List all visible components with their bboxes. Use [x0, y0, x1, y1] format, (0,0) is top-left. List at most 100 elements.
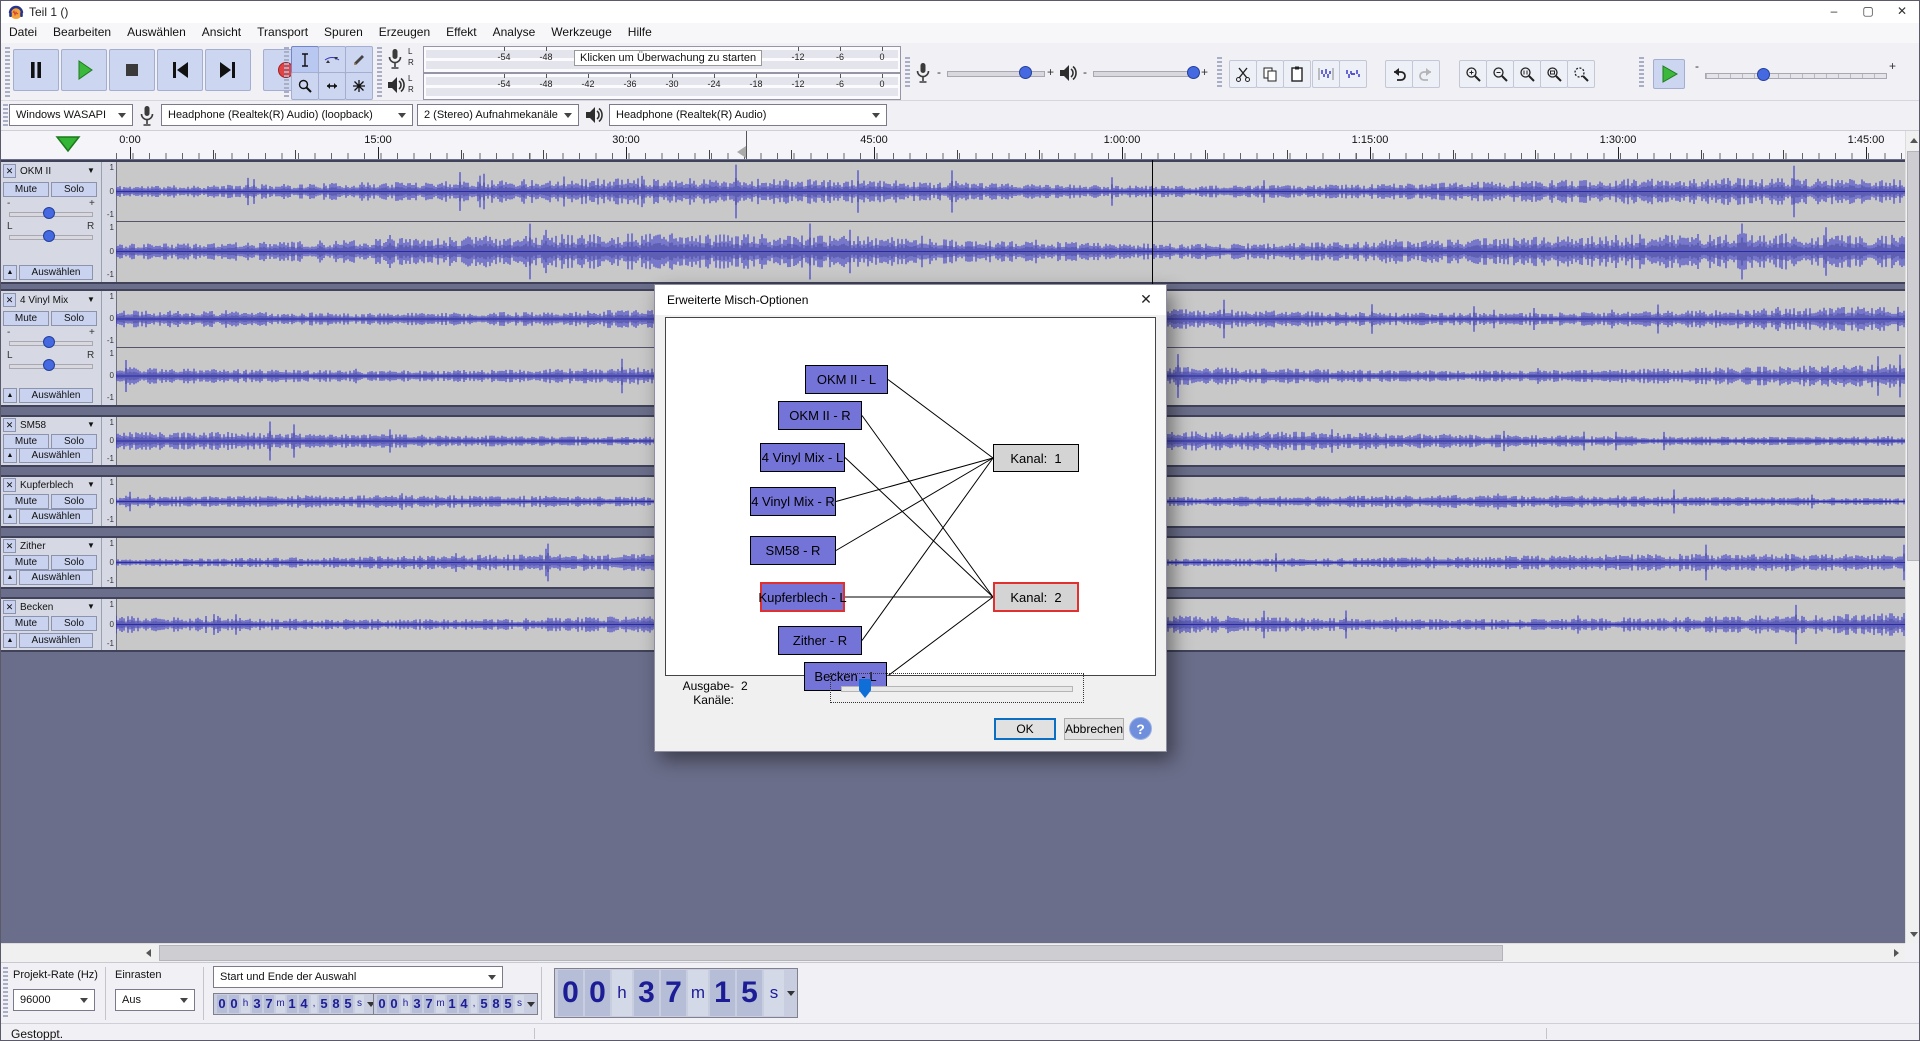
menu-werkzeuge[interactable]: Werkzeuge: [543, 23, 619, 41]
time-unit[interactable]: h: [241, 995, 250, 1013]
time-digit[interactable]: 7: [424, 995, 434, 1013]
toolbar-gripper[interactable]: [5, 47, 10, 97]
close-button[interactable]: ✕: [1885, 1, 1919, 23]
time-unit[interactable]: m: [276, 995, 285, 1013]
time-digit[interactable]: 4: [459, 995, 469, 1013]
multi-tool-button[interactable]: [345, 72, 373, 100]
track-name[interactable]: Becken: [20, 602, 82, 613]
collapse-button[interactable]: ▲: [3, 265, 17, 280]
gain-thumb[interactable]: [43, 207, 55, 219]
time-unit[interactable]: m: [436, 995, 445, 1013]
waveform[interactable]: [116, 162, 1905, 221]
collapse-button[interactable]: ▲: [3, 388, 17, 403]
time-digit[interactable]: 0: [585, 970, 610, 1016]
envelope-tool-button[interactable]: [318, 46, 346, 74]
time-digit[interactable]: 0: [229, 995, 239, 1013]
menu-effekt[interactable]: Effekt: [438, 23, 484, 41]
copy-button[interactable]: [1256, 60, 1284, 88]
menu-transport[interactable]: Transport: [249, 23, 316, 41]
menu-auswählen[interactable]: Auswählen: [119, 23, 194, 41]
snap-select[interactable]: Aus: [115, 989, 195, 1011]
track-menu-icon[interactable]: ▼: [87, 166, 95, 175]
time-digit[interactable]: 7: [264, 995, 274, 1013]
recording-device-select[interactable]: Headphone (Realtek(R) Audio) (loopback): [161, 104, 413, 126]
gain-thumb[interactable]: [43, 336, 55, 348]
recording-channels-select[interactable]: 2 (Stereo) Aufnahmekanäle: [417, 104, 579, 126]
track-close-button[interactable]: ✕: [3, 478, 16, 492]
draw-tool-button[interactable]: [345, 46, 373, 74]
paste-button[interactable]: [1283, 60, 1311, 88]
track-close-button[interactable]: ✕: [3, 293, 16, 307]
time-unit[interactable]: s: [355, 995, 364, 1013]
source-box[interactable]: Zither - R: [778, 626, 862, 655]
play-speed-slider[interactable]: [1705, 73, 1887, 79]
select-button[interactable]: Auswählen: [19, 265, 93, 280]
chevron-down-icon[interactable]: [527, 1002, 535, 1007]
time-digit[interactable]: 1: [287, 995, 297, 1013]
playback-volume-slider[interactable]: [1093, 71, 1199, 77]
silence-audio-button[interactable]: [1339, 60, 1367, 88]
select-button[interactable]: Auswählen: [19, 633, 93, 648]
mute-button[interactable]: Mute: [3, 494, 49, 509]
channel-box[interactable]: Kanal: 1: [993, 444, 1079, 472]
ok-button[interactable]: OK: [994, 718, 1056, 740]
time-unit[interactable]: s: [515, 995, 524, 1013]
pinned-play-head-icon[interactable]: [53, 135, 83, 153]
time-digit[interactable]: 0: [389, 995, 399, 1013]
cancel-button[interactable]: Abbrechen: [1064, 718, 1124, 740]
playback-volume-thumb[interactable]: [1187, 66, 1200, 79]
undo-button[interactable]: [1385, 60, 1413, 88]
select-button[interactable]: Auswählen: [19, 570, 93, 585]
select-button[interactable]: Auswählen: [19, 509, 93, 524]
time-digit[interactable]: 5: [343, 995, 353, 1013]
select-button[interactable]: Auswählen: [19, 388, 93, 403]
track-close-button[interactable]: ✕: [3, 418, 16, 432]
selection-tool-button[interactable]: [291, 46, 319, 74]
toolbar-gripper[interactable]: [905, 57, 910, 89]
solo-button[interactable]: Solo: [51, 494, 97, 509]
selection-start-field[interactable]: 00h37m14,585s: [213, 993, 378, 1015]
pause-button[interactable]: [13, 49, 59, 91]
time-unit[interactable]: s: [764, 970, 784, 1016]
time-digit[interactable]: 5: [319, 995, 329, 1013]
recording-volume-thumb[interactable]: [1019, 66, 1032, 79]
play-at-speed-button[interactable]: [1653, 59, 1685, 89]
zoom-out-button[interactable]: [1486, 60, 1514, 88]
track-close-button[interactable]: ✕: [3, 164, 16, 178]
menu-datei[interactable]: Datei: [1, 23, 45, 41]
solo-button[interactable]: Solo: [51, 555, 97, 570]
scroll-down-button[interactable]: [1906, 925, 1920, 943]
track-vertical-scale[interactable]: 10-1: [102, 477, 117, 526]
audio-host-select[interactable]: Windows WASAPI: [9, 104, 133, 126]
track-menu-icon[interactable]: ▼: [87, 295, 95, 304]
zoom-tool-button[interactable]: [291, 72, 319, 100]
time-digit[interactable]: 3: [412, 995, 422, 1013]
dialog-close-icon[interactable]: ✕: [1126, 285, 1166, 315]
time-digit[interactable]: 0: [377, 995, 387, 1013]
source-box[interactable]: 4 Vinyl Mix - R: [750, 487, 836, 516]
collapse-button[interactable]: ▲: [3, 509, 17, 524]
playback-meter[interactable]: -54-48-42-36-30-24-18-12-60: [423, 73, 901, 100]
timeshift-tool-button[interactable]: [318, 72, 346, 100]
time-unit[interactable]: m: [688, 970, 708, 1016]
cut-button[interactable]: [1229, 60, 1257, 88]
time-digit[interactable]: 1: [447, 995, 457, 1013]
output-channels-slider[interactable]: [830, 673, 1084, 703]
hscroll-thumb[interactable]: [159, 945, 1503, 961]
time-digit[interactable]: 8: [331, 995, 341, 1013]
stop-button[interactable]: [109, 49, 155, 91]
time-digit[interactable]: 0: [558, 970, 583, 1016]
recording-meter[interactable]: -54-48-12-60Klicken um Überwachung zu st…: [423, 46, 901, 73]
time-unit[interactable]: h: [612, 970, 632, 1016]
trim-audio-button[interactable]: [1312, 60, 1340, 88]
time-digit[interactable]: 4: [299, 995, 309, 1013]
speaker-icon[interactable]: [385, 74, 407, 96]
mute-button[interactable]: Mute: [3, 182, 49, 197]
track-vertical-scale[interactable]: 10-110-1: [102, 162, 117, 282]
maximize-button[interactable]: ▢: [1851, 1, 1885, 23]
zoom-selection-button[interactable]: [1513, 60, 1541, 88]
toolbar-gripper[interactable]: [3, 104, 8, 126]
track-menu-icon[interactable]: ▼: [87, 541, 95, 550]
solo-button[interactable]: Solo: [51, 616, 97, 631]
source-box[interactable]: OKM II - R: [778, 401, 862, 430]
